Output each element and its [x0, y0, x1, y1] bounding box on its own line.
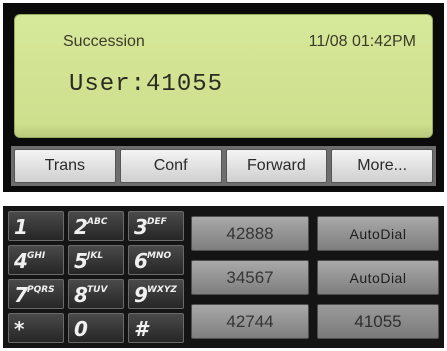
- key-digit: 5: [74, 249, 88, 273]
- softkey-forward[interactable]: Forward: [225, 149, 328, 183]
- display-user-line: User:41055: [69, 71, 224, 98]
- function-key-column: AutoDial AutoDial 41055: [317, 216, 439, 339]
- key-7[interactable]: 7 PQRS: [8, 279, 64, 309]
- key-digit: #: [134, 317, 148, 341]
- key-digit: 1: [14, 215, 28, 239]
- speed-dial-column: 42888 34567 42744: [191, 216, 309, 339]
- lcd-bottom-shade: [15, 123, 432, 137]
- key-letters: PQRS: [27, 285, 55, 295]
- key-digit: 3: [134, 215, 148, 239]
- softkey-conf[interactable]: Conf: [119, 149, 222, 183]
- key-digit: 7: [14, 283, 28, 307]
- key-digit: 6: [134, 249, 148, 273]
- key-digit: 0: [74, 317, 88, 341]
- softkey-more[interactable]: More...: [331, 149, 433, 183]
- lcd-screen: Succession 11/08 01:42PM User:41055: [14, 14, 433, 138]
- display-top-label: Succession: [63, 33, 145, 50]
- key-star[interactable]: *: [8, 313, 64, 343]
- key-digit: 4: [14, 249, 28, 273]
- key-letters: MNO: [147, 251, 172, 261]
- key-digit: 2: [74, 215, 88, 239]
- dial-pad: 1 2 ABC 3 DEF 4 GHI 5 JKL 6 MNO 7 PQRS 8 TUV 9W…: [8, 211, 184, 343]
- key-letters: JKL: [87, 251, 104, 261]
- phone-display-unit: Succession 11/08 01:42PM User:41055 Tran…: [3, 3, 444, 192]
- speed-dial-button[interactable]: 42888: [191, 216, 309, 251]
- key-letters: TUV: [87, 285, 108, 295]
- key-3[interactable]: 3 DEF: [128, 211, 184, 241]
- autodial-button[interactable]: AutoDial: [317, 260, 439, 295]
- softkey-trans[interactable]: Trans: [14, 149, 116, 183]
- keypad-panel: 1 2 ABC 3 DEF 4 GHI 5 JKL 6 MNO 7 PQRS 8 TUV 9W…: [3, 206, 444, 348]
- key-9[interactable]: 9 WXYZ: [128, 279, 184, 309]
- display-datetime: 11/08 01:42PM: [308, 33, 416, 50]
- speed-dial-button[interactable]: 34567: [191, 260, 309, 295]
- key-digit: *: [14, 317, 25, 341]
- key-8[interactable]: 8 TUV: [68, 279, 124, 309]
- softkey-bar: Trans Conf Forward More...: [11, 146, 436, 186]
- key-letters: GHI: [27, 251, 46, 261]
- key-0[interactable]: 0: [68, 313, 124, 343]
- key-2[interactable]: 2 ABC: [68, 211, 124, 241]
- key-letters: DEF: [147, 217, 167, 227]
- key-hash[interactable]: #: [128, 313, 184, 343]
- key-digit: 8: [74, 283, 88, 307]
- key-5[interactable]: 5 JKL: [68, 245, 124, 275]
- key-letters: ABC: [87, 217, 108, 227]
- speed-dial-button[interactable]: 42744: [191, 304, 309, 339]
- key-1[interactable]: 1: [8, 211, 64, 241]
- key-4[interactable]: 4 GHI: [8, 245, 64, 275]
- line-key-button[interactable]: 41055: [317, 304, 439, 339]
- key-digit: 9: [134, 283, 148, 307]
- key-6[interactable]: 6 MNO: [128, 245, 184, 275]
- key-letters: WXYZ: [147, 285, 177, 295]
- autodial-button[interactable]: AutoDial: [317, 216, 439, 251]
